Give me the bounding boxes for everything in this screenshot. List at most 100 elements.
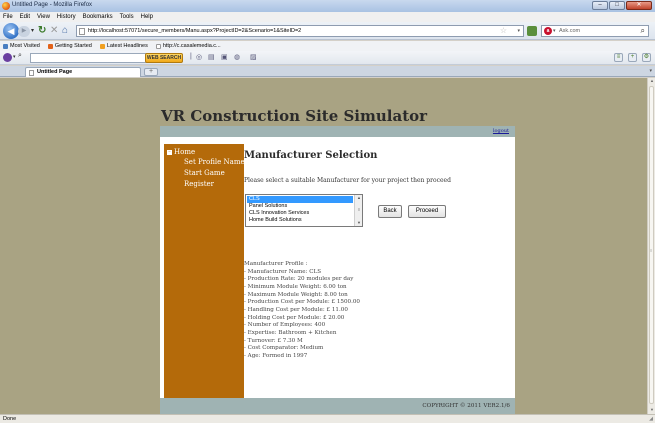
url-bar[interactable]: http://localhost:57071/secure_members/Ma… (76, 25, 524, 37)
search-icon[interactable]: ⌕ (641, 26, 645, 36)
menu-edit[interactable]: Edit (20, 12, 30, 22)
menu-bar: File Edit View History Bookmarks Tools H… (0, 12, 655, 22)
url-text[interactable]: http://localhost:57071/secure_members/Ma… (88, 28, 301, 34)
profile-line: - Minimum Module Weight: 6.00 ton (244, 283, 347, 290)
sidebar-item-register[interactable]: Register (184, 180, 214, 188)
menu-history[interactable]: History (57, 12, 76, 22)
menu-view[interactable]: View (37, 12, 50, 22)
logout-link[interactable]: logout (493, 128, 509, 134)
home-icon[interactable]: ⌂ (62, 25, 68, 36)
search-box[interactable]: a ▾ Ask.com ⌕ (541, 25, 649, 37)
photo-icon[interactable]: ▨ (250, 53, 257, 61)
menu-bookmarks[interactable]: Bookmarks (83, 12, 113, 22)
bookmark-most-visited[interactable]: Most Visited (3, 43, 40, 49)
window-title-bar: Untitled Page - Mozilla Firefox – □ ✕ (0, 0, 655, 12)
navigation-toolbar: ◀ ▶ ▾ ↻ ✕ ⌂ http://localhost:57071/secur… (0, 22, 655, 40)
bookmark-latest-headlines[interactable]: Latest Headlines (99, 43, 148, 49)
window-icon[interactable]: ▣ (221, 53, 228, 61)
tools-icon[interactable]: ▤ (208, 53, 215, 61)
toolbar-logo-icon[interactable] (3, 53, 12, 62)
tab-list-icon[interactable]: ▾ (649, 68, 652, 74)
url-dropdown-icon[interactable]: ▾ (517, 28, 520, 34)
sidebar-item-start-game[interactable]: Start Game (184, 169, 225, 177)
toolbar-add-icon[interactable]: + (628, 53, 637, 62)
feed-icon[interactable] (527, 26, 537, 36)
screenshot-icon[interactable]: ◎ (196, 53, 202, 61)
menu-help[interactable]: Help (141, 12, 153, 22)
tab-untitled-page[interactable]: Untitled Page (25, 67, 141, 77)
menu-tools[interactable]: Tools (120, 12, 134, 22)
back-button[interactable]: Back (378, 205, 402, 218)
maximize-button[interactable]: □ (609, 1, 625, 10)
window-title: Untitled Page - Mozilla Firefox (12, 2, 93, 8)
page-heading: Manufacturer Selection (244, 150, 378, 161)
firefox-icon (2, 2, 10, 10)
scroll-up-icon[interactable]: ▲ (355, 195, 363, 201)
page-icon (79, 28, 85, 35)
close-button[interactable]: ✕ (626, 1, 652, 10)
search-icon: ⌕ (18, 52, 22, 59)
profile-line: - Maximum Module Weight: 8.00 ton (244, 291, 348, 298)
sidebar: – Home Set Profile Name Start Game Regist… (164, 144, 245, 398)
bookmark-icon (3, 43, 8, 49)
profile-line: - Age: Formed in 1997 (244, 352, 308, 359)
forward-arrow-icon[interactable]: ▶ (18, 26, 30, 37)
scroll-up-icon[interactable]: ▲ (648, 78, 655, 85)
header-band: logout (160, 126, 515, 137)
profile-line: - Number of Employees: 400 (244, 322, 326, 329)
manufacturer-option[interactable]: CLS Innovation Services (247, 210, 353, 217)
manufacturer-option[interactable]: CLS (247, 196, 353, 203)
reload-icon[interactable]: ↻ (38, 25, 46, 36)
window-controls: – □ ✕ (592, 1, 652, 10)
toolbar-right-controls: ≡ + ⚙ (614, 53, 651, 62)
scroll-thumb[interactable] (649, 86, 654, 404)
bookmark-casalemedia[interactable]: http://c.casalemedia.c... (155, 43, 221, 49)
history-dropdown-icon[interactable]: ▾ (31, 27, 34, 34)
page-icon (29, 70, 34, 76)
engine-dropdown-icon[interactable]: ▾ (553, 28, 556, 34)
listbox-scrollbar[interactable]: ▲ ≡ ▼ (354, 195, 362, 226)
manufacturer-option[interactable]: Home Build Solutions (247, 217, 353, 224)
menu-file[interactable]: File (3, 12, 13, 22)
sidebar-item-home[interactable]: – Home (167, 148, 195, 156)
sidebar-home-label: Home (174, 148, 196, 156)
manufacturer-listbox[interactable]: CLS Panel Solutions CLS Innovation Servi… (245, 194, 363, 227)
bookmark-getting-started[interactable]: Getting Started (47, 43, 92, 49)
ask-logo-icon[interactable]: a (544, 27, 552, 35)
proceed-button[interactable]: Proceed (408, 205, 446, 218)
tab-strip: Untitled Page + ▾ (0, 66, 655, 77)
scroll-thumb[interactable]: ≡ (355, 207, 363, 213)
toolbar-menu-icon[interactable]: ≡ (614, 53, 623, 62)
footer: COPYRIGHT © 2011 VER2.1/6 (160, 398, 515, 414)
web-search-button[interactable]: WEB SEARCH (145, 53, 183, 63)
search-input[interactable]: Ask.com (559, 28, 580, 34)
sidebar-item-set-profile-name[interactable]: Set Profile Name (184, 158, 245, 166)
bookmarks-bar: Most Visited Getting Started Latest Head… (0, 41, 655, 51)
manufacturer-option[interactable]: Panel Solutions (247, 203, 353, 210)
toolbar-settings-icon[interactable]: ⚙ (642, 53, 651, 62)
stop-icon[interactable]: ✕ (50, 25, 58, 36)
collapse-icon[interactable]: – (167, 150, 172, 155)
profile-line: - Holding Cost per Module: £ 20.00 (244, 314, 345, 321)
bookmark-star-icon[interactable]: ☆ (500, 26, 507, 35)
new-tab-button[interactable]: + (144, 68, 158, 76)
separator-icon: | (190, 53, 192, 60)
profile-line: - Production Rate: 20 modules per day (244, 276, 354, 283)
scroll-down-icon[interactable]: ▼ (648, 407, 655, 414)
firefox-icon (47, 43, 53, 49)
profile-line: Manufacturer Profile : (244, 261, 308, 267)
profile-line: - Handling Cost per Module: £ 11.00 (244, 306, 348, 313)
back-arrow-icon[interactable]: ◀ (3, 23, 19, 39)
scroll-down-icon[interactable]: ▼ (355, 220, 363, 226)
content-area: – Home Set Profile Name Start Game Regist… (160, 137, 515, 398)
profile-line: - Production Cost per Module: £ 1500.00 (244, 299, 360, 306)
instruction-text: Please select a suitable Manufacturer fo… (244, 177, 451, 184)
toolbar-dropdown-icon[interactable]: ▾ (13, 54, 16, 60)
globe-icon[interactable]: ◍ (234, 53, 240, 61)
search-toolbar: ▾ ⌕ WEB SEARCH | ◎ ▤ ▣ ◍ ▨ ≡ + ⚙ (0, 51, 655, 65)
main-panel: Manufacturer Selection Please select a s… (244, 137, 515, 398)
resize-grip-icon[interactable]: ◢ (649, 416, 653, 422)
page-scrollbar[interactable]: ▲ ≡ ▼ (647, 78, 655, 414)
scroll-grip-icon: ≡ (650, 248, 653, 253)
minimize-button[interactable]: – (592, 1, 608, 10)
